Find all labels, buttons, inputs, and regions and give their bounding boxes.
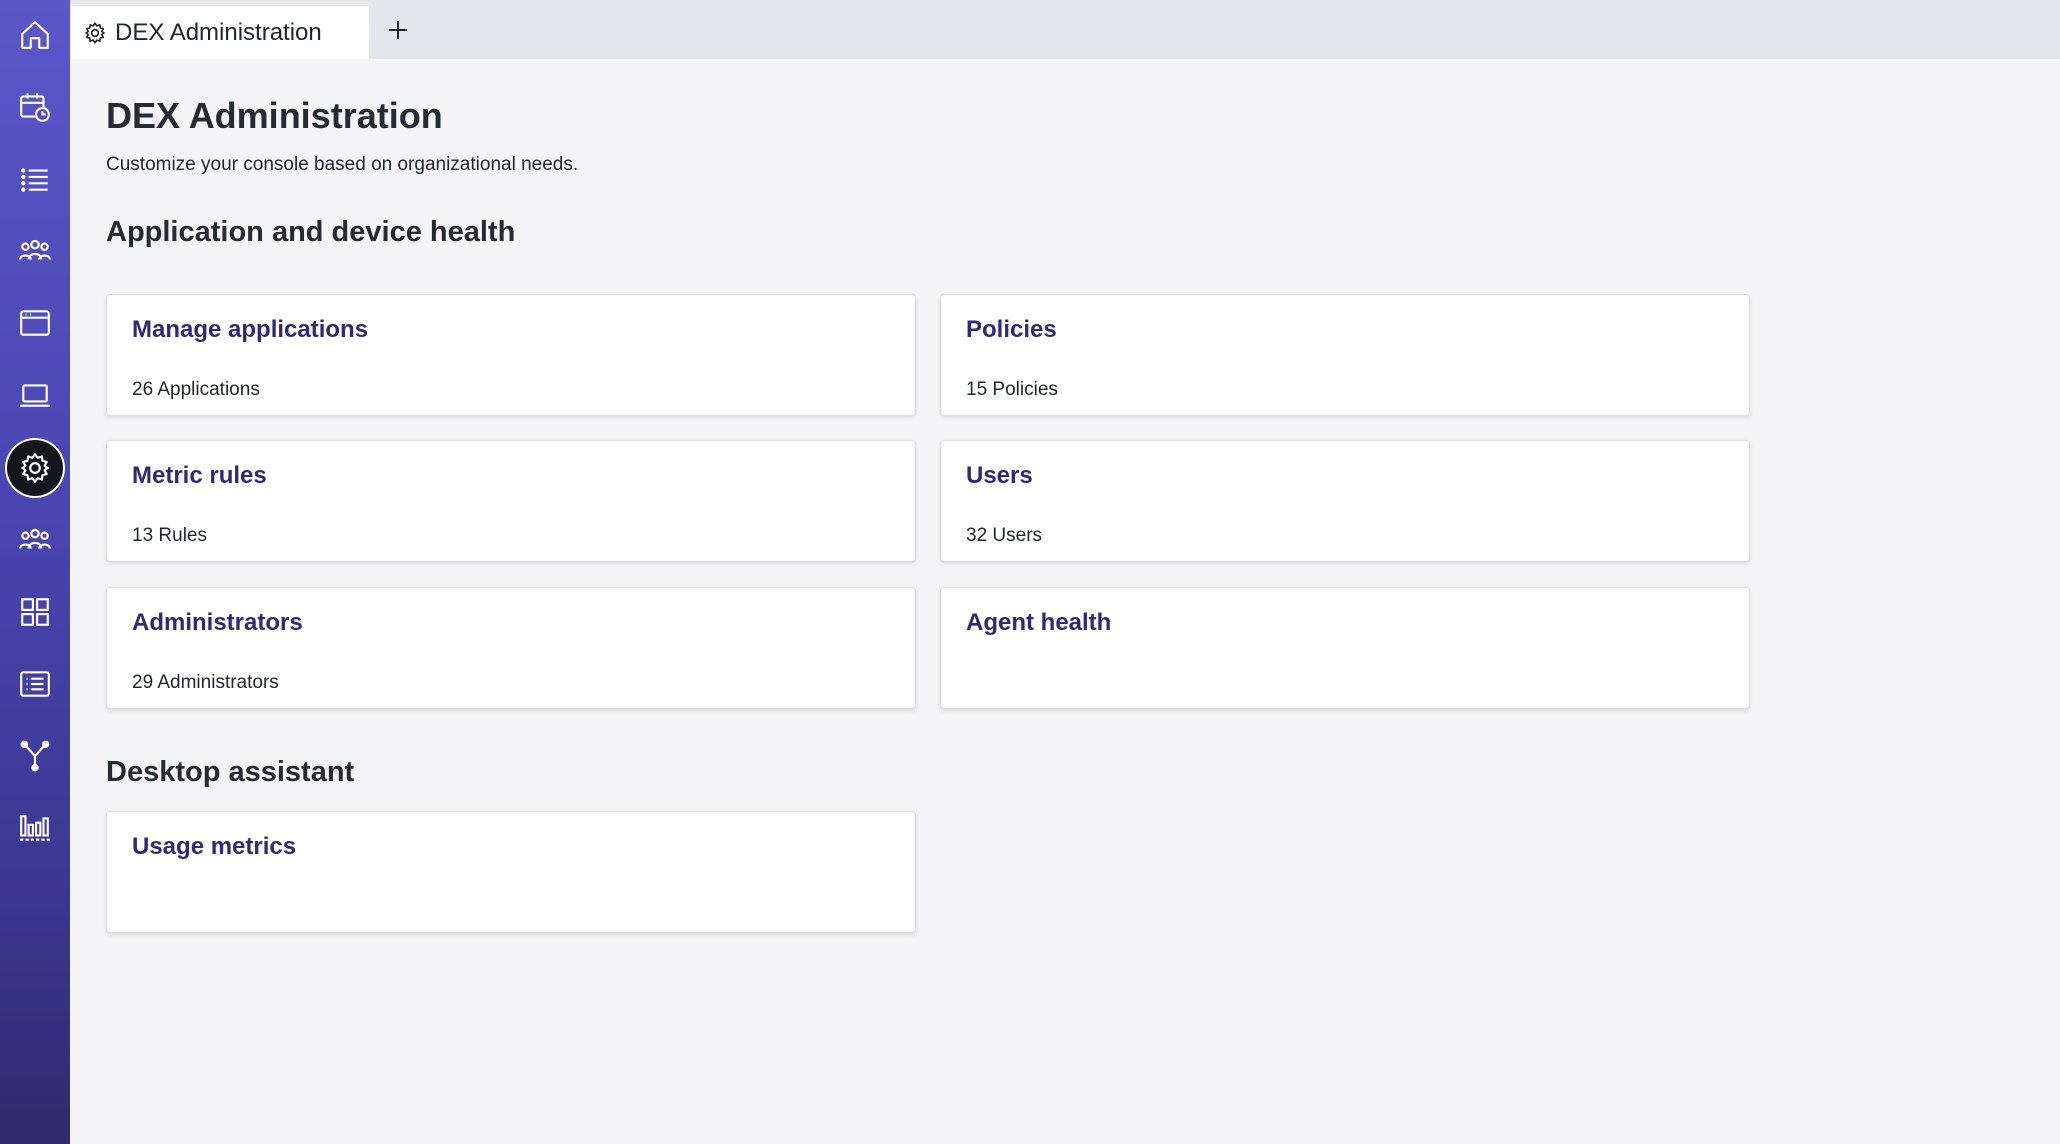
card-count: 26 Applications <box>132 379 260 400</box>
calendar-clock-icon <box>20 93 50 122</box>
sidebar-item-browser[interactable] <box>5 293 65 353</box>
section-title-app-device-health: Application and device health <box>106 216 516 248</box>
card-count: 15 Policies <box>966 379 1058 400</box>
sidebar-item-list[interactable] <box>5 149 65 209</box>
tab-label: DEX Administration <box>115 18 322 46</box>
card-manage-applications[interactable]: Manage applications 26 Applications <box>106 294 916 416</box>
sidebar-item-teams[interactable] <box>5 510 65 570</box>
tab-dex-administration[interactable]: DEX Administration <box>71 6 369 59</box>
sidebar-item-analytics[interactable] <box>5 798 65 858</box>
grid-icon <box>21 598 49 626</box>
tab-bar: DEX Administration <box>70 0 2060 59</box>
page-subtitle: Customize your console based on organiza… <box>106 154 579 175</box>
card-administrators[interactable]: Administrators 29 Administrators <box>106 587 916 709</box>
users-group-icon <box>19 239 51 260</box>
card-count: 29 Administrators <box>132 672 279 693</box>
card-title: Policies <box>966 316 1057 343</box>
sidebar <box>0 0 70 1144</box>
users-group-icon <box>19 528 51 549</box>
list-box-icon <box>20 671 50 697</box>
bar-chart-icon <box>20 815 50 841</box>
sidebar-item-groups[interactable] <box>5 221 65 281</box>
card-title: Agent health <box>966 609 1112 636</box>
laptop-icon <box>20 384 50 407</box>
sidebar-item-settings[interactable] <box>5 438 65 498</box>
card-count: 32 Users <box>966 525 1043 546</box>
gear-icon <box>83 21 107 45</box>
card-count: 13 Rules <box>132 525 207 546</box>
sidebar-item-schedule[interactable] <box>5 77 65 137</box>
card-title: Manage applications <box>132 316 369 343</box>
sidebar-item-home[interactable] <box>5 5 65 65</box>
sidebar-item-reports[interactable] <box>5 654 65 714</box>
home-icon <box>21 21 49 49</box>
gear-icon <box>21 453 49 483</box>
card-agent-health[interactable]: Agent health <box>940 587 1750 709</box>
card-users[interactable]: Users 32 Users <box>940 440 1750 562</box>
add-tab-button[interactable] <box>382 14 414 46</box>
sidebar-item-devices[interactable] <box>5 365 65 425</box>
sidebar-item-workflows[interactable] <box>5 726 65 786</box>
card-title: Administrators <box>132 609 303 636</box>
card-title: Metric rules <box>132 462 267 489</box>
card-usage-metrics[interactable]: Usage metrics <box>106 811 916 933</box>
section-title-desktop-assistant: Desktop assistant <box>106 756 355 788</box>
plus-icon <box>389 21 407 39</box>
fork-icon <box>20 740 50 772</box>
sidebar-item-dashboards[interactable] <box>5 582 65 642</box>
card-policies[interactable]: Policies 15 Policies <box>940 294 1750 416</box>
card-metric-rules[interactable]: Metric rules 13 Rules <box>106 440 916 562</box>
page-title: DEX Administration <box>106 95 443 136</box>
card-title: Usage metrics <box>132 833 297 860</box>
list-icon <box>21 168 48 192</box>
browser-window-icon <box>20 310 50 336</box>
card-title: Users <box>966 462 1033 489</box>
